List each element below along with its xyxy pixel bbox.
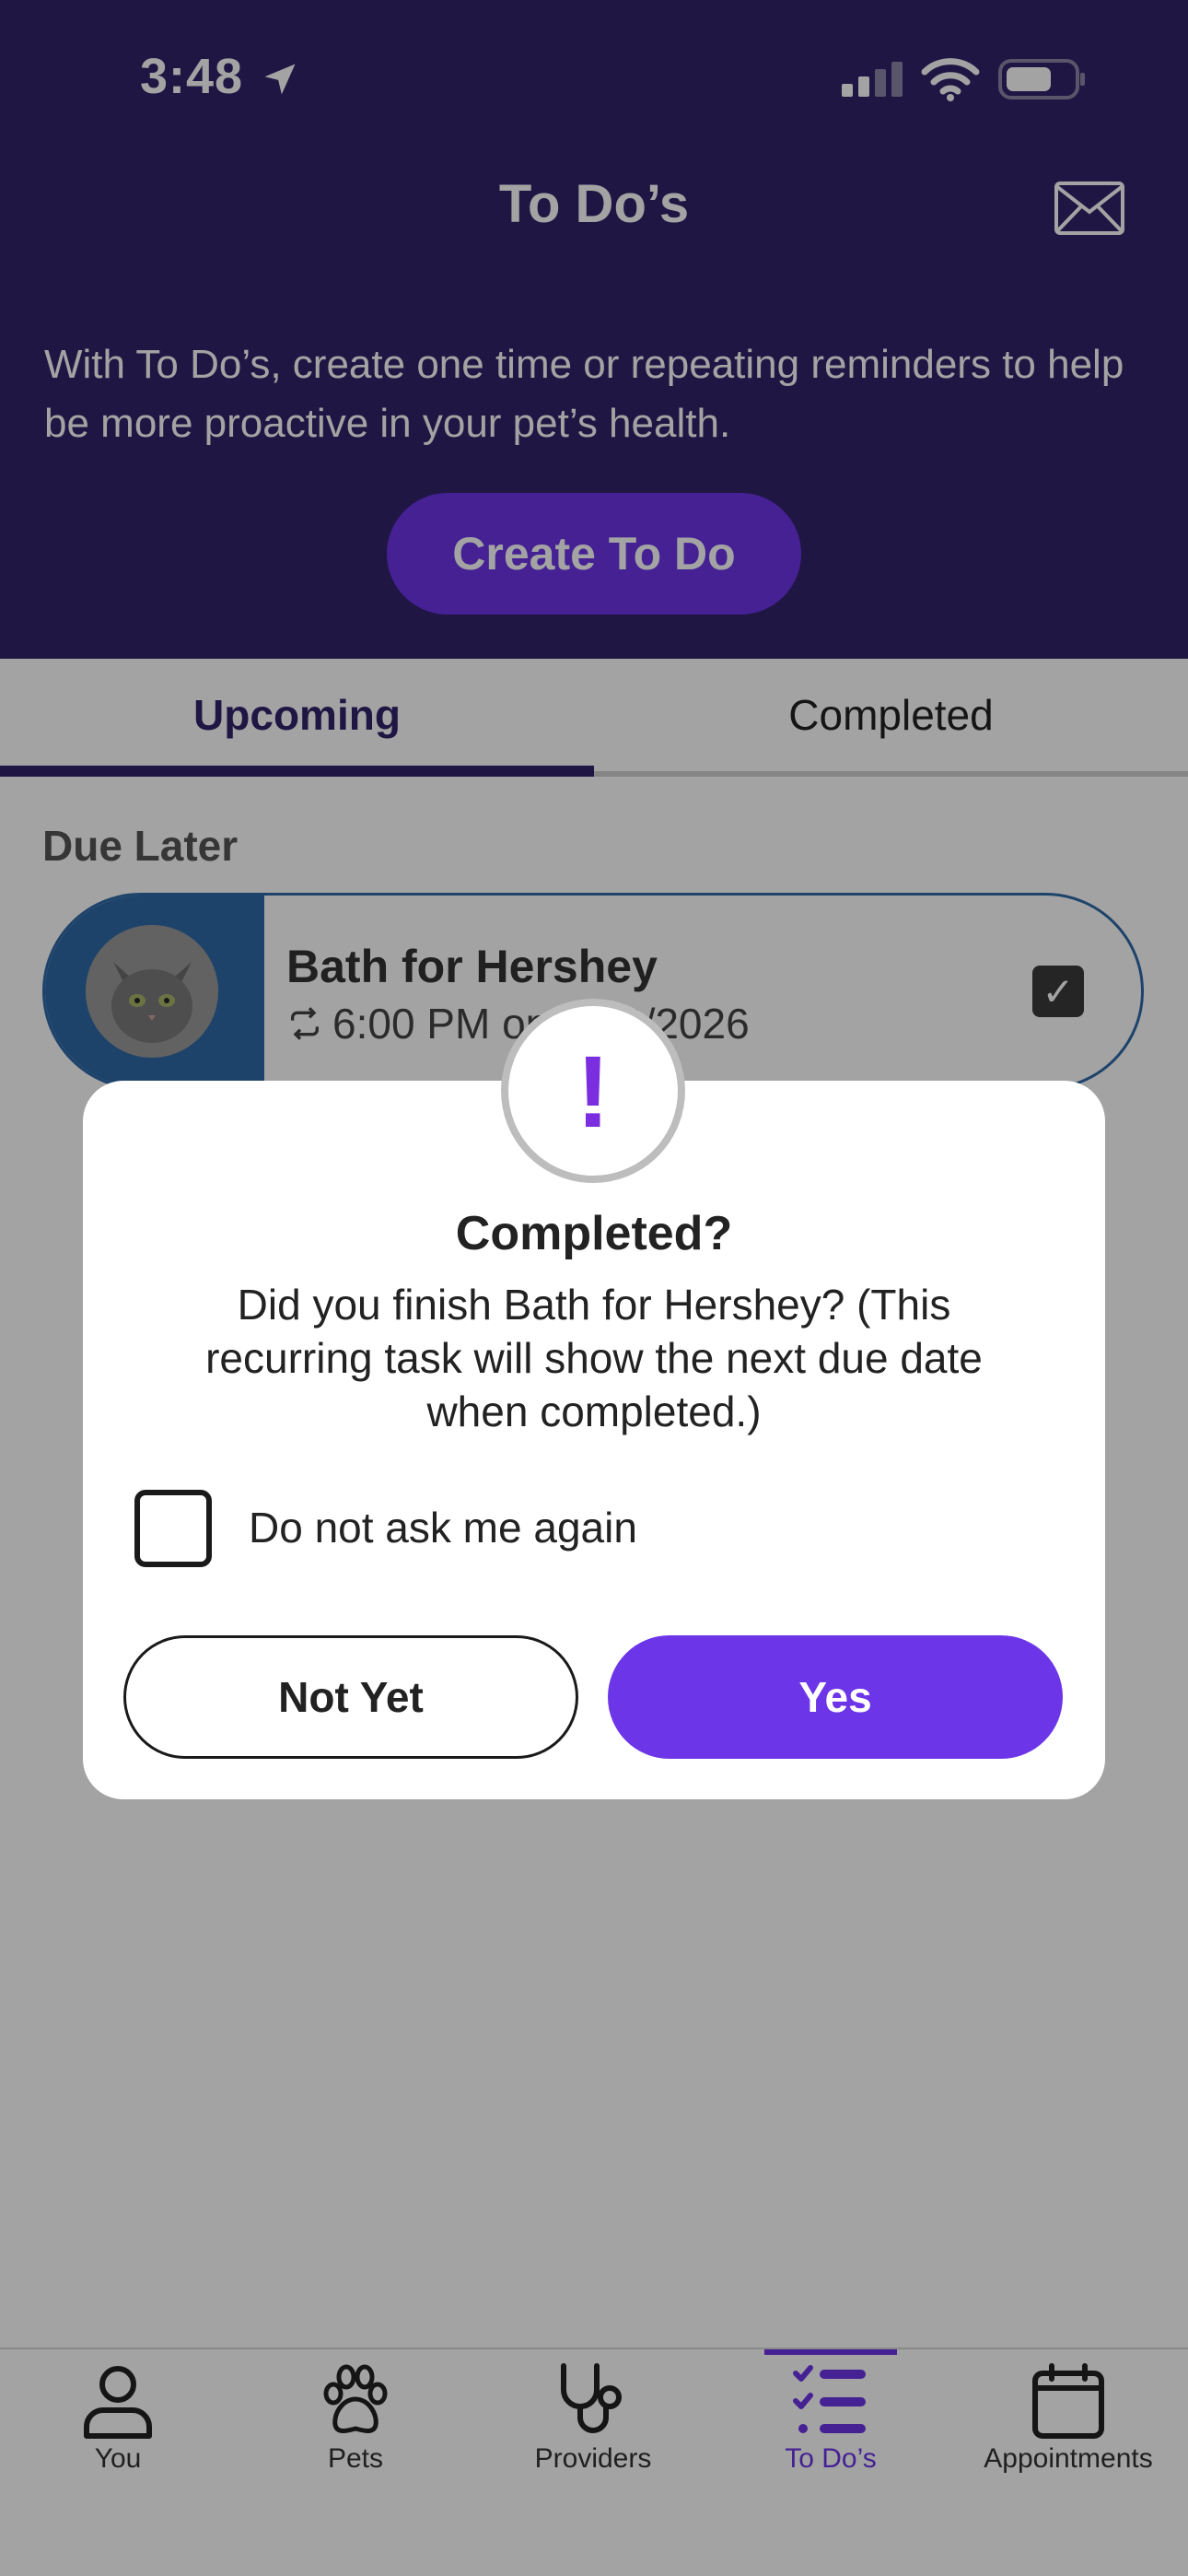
exclamation-icon: ! xyxy=(576,1036,611,1149)
completed-dialog: Completed? Did you finish Bath for Hersh… xyxy=(83,1081,1105,1799)
alert-badge: ! xyxy=(501,999,685,1183)
do-not-ask-label[interactable]: Do not ask me again xyxy=(249,1503,637,1552)
dialog-message: Did you finish Bath for Hershey? (This r… xyxy=(205,1281,983,1435)
not-yet-button[interactable]: Not Yet xyxy=(123,1635,578,1759)
do-not-ask-checkbox[interactable] xyxy=(134,1490,212,1567)
yes-button[interactable]: Yes xyxy=(608,1635,1063,1759)
dialog-title: Completed? xyxy=(455,1207,733,1260)
